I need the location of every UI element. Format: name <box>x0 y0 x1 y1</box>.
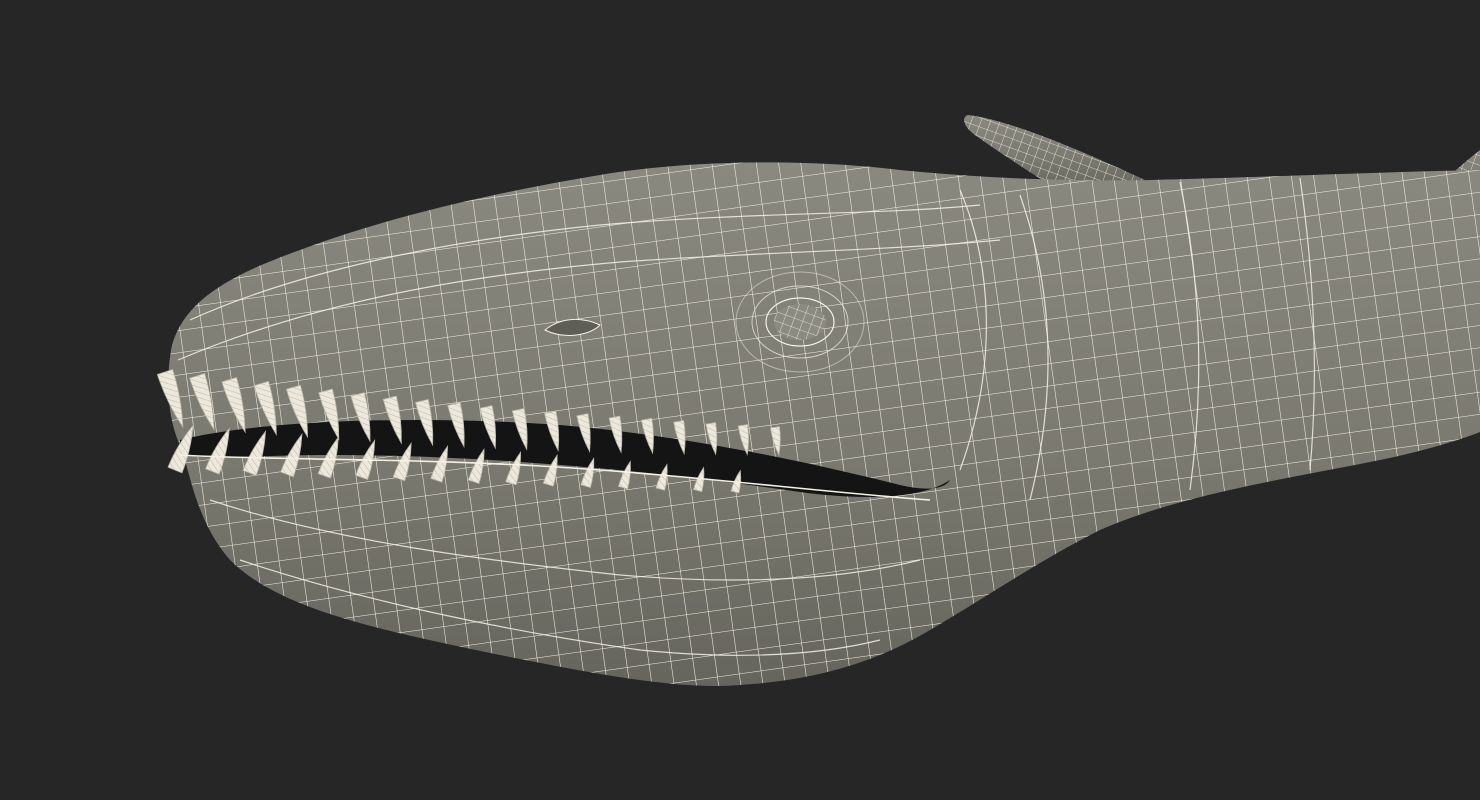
model-render <box>156 115 1480 686</box>
render-viewport <box>0 0 1480 800</box>
